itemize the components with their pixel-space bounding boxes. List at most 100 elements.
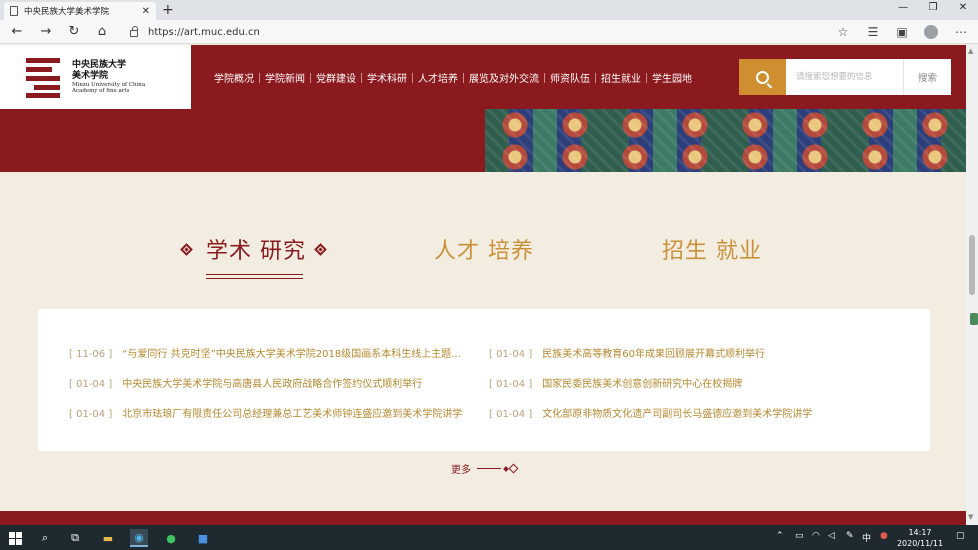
wechat-icon[interactable]: ● xyxy=(162,529,180,547)
more-label: 更多 xyxy=(451,465,471,476)
network-icon[interactable]: ◠ xyxy=(812,531,820,541)
tab-decor-right-icon xyxy=(314,243,327,256)
news-item[interactable]: [ 01-04 ] 文化部原非物质文化遗产司副司长马盛德应邀到美术学院讲学 xyxy=(489,405,812,420)
decorative-pattern xyxy=(485,109,966,172)
input-method-icon[interactable]: ● xyxy=(880,531,888,541)
news-title[interactable]: 民族美术高等教育60年成果回顾展开幕式顺利举行 xyxy=(542,349,765,360)
edge-browser-icon[interactable]: ◉ xyxy=(130,529,148,547)
news-item[interactable]: [ 01-04 ] 国家民委民族美术创意创新研究中心在校揭牌 xyxy=(489,375,742,390)
news-date: [ 01-04 ] xyxy=(489,409,533,420)
news-date: [ 01-04 ] xyxy=(489,349,533,360)
news-title[interactable]: 文化部原非物质文化遗产司副司长马盛德应邀到美术学院讲学 xyxy=(542,409,812,420)
maximize-button[interactable]: ❐ xyxy=(918,2,948,13)
tab-talent-cultivation[interactable]: 人才 培养 xyxy=(434,233,534,265)
web-page: 中央民族大学 美术学院 Minzu University of China Ac… xyxy=(0,45,966,525)
taskbar: ⌕ ⧉ ▬ ◉ ● ■ ⌃ ▭ ◠ ◁ ✎ 中 ● 14:17 2020/11/… xyxy=(0,525,978,550)
tab-close-icon[interactable]: ✕ xyxy=(142,6,150,17)
task-view-icon[interactable]: ⧉ xyxy=(66,529,84,547)
more-icon[interactable]: ⋯ xyxy=(952,24,970,40)
nav-item-education[interactable]: 人才培养 xyxy=(413,70,463,85)
address-toolbar: ← → ↻ ⌂ https://art.muc.edu.cn ☆ ☰ ▣ ⋯ xyxy=(0,20,978,44)
clock-time: 14:17 xyxy=(908,528,932,537)
lock-icon xyxy=(130,26,138,37)
star-icon[interactable]: ☆ xyxy=(834,24,852,40)
logo-cn-line2: 美术学院 xyxy=(72,70,109,81)
volume-icon[interactable]: ◁ xyxy=(828,531,835,541)
news-item[interactable]: [ 01-04 ] 中央民族大学美术学院与高唐县人民政府战略合作签约仪式顺利举行 xyxy=(69,375,422,390)
up-arrow-icon[interactable]: ⌃ xyxy=(776,531,784,541)
search-icon-button[interactable] xyxy=(739,59,786,95)
main-nav: 学院概况 学院新闻 党群建设 学术科研 人才培养 展览及对外交流 师资队伍 招生… xyxy=(209,70,697,85)
more-line xyxy=(477,468,501,469)
nav-item-students[interactable]: 学生园地 xyxy=(647,70,697,85)
browser-titlebar: 中央民族大学美术学院 ✕ + — ❐ ✕ xyxy=(0,0,978,20)
extension-icon[interactable] xyxy=(970,313,978,325)
file-explorer-icon[interactable]: ▬ xyxy=(99,529,117,547)
refresh-icon[interactable]: ↻ xyxy=(65,24,83,40)
search-taskbar-icon[interactable]: ⌕ xyxy=(36,529,54,547)
header-banner: 中央民族大学 美术学院 Minzu University of China Ac… xyxy=(0,45,966,172)
back-icon[interactable]: ← xyxy=(8,24,26,40)
page-scrollbar[interactable]: ▲ ▼ xyxy=(966,45,978,525)
profile-icon[interactable] xyxy=(924,25,938,39)
search-icon xyxy=(756,70,769,84)
nav-item-party[interactable]: 党群建设 xyxy=(311,70,361,85)
site-logo[interactable]: 中央民族大学 美术学院 Minzu University of China Ac… xyxy=(0,45,191,109)
minimize-button[interactable]: — xyxy=(888,2,918,13)
search-button[interactable]: 搜索 xyxy=(903,59,951,95)
pen-icon[interactable]: ✎ xyxy=(846,531,854,541)
url-text[interactable]: https://art.muc.edu.cn xyxy=(148,27,260,38)
address-bar[interactable]: https://art.muc.edu.cn xyxy=(122,23,858,41)
nav-item-exhibitions[interactable]: 展览及对外交流 xyxy=(464,70,544,85)
browser-tab[interactable]: 中央民族大学美术学院 ✕ xyxy=(4,2,156,20)
tab-admissions-employment[interactable]: 招生 就业 xyxy=(662,233,762,265)
nav-item-news[interactable]: 学院新闻 xyxy=(260,70,310,85)
news-title[interactable]: 中央民族大学美术学院与高唐县人民政府战略合作签约仪式顺利举行 xyxy=(122,379,422,390)
clock-date: 2020/11/11 xyxy=(896,539,944,548)
scroll-up-icon[interactable]: ▲ xyxy=(968,47,973,55)
news-item[interactable]: [ 01-04 ] 民族美术高等教育60年成果回顾展开幕式顺利举行 xyxy=(489,345,765,360)
nav-item-faculty[interactable]: 师资队伍 xyxy=(545,70,595,85)
clock[interactable]: 14:17 2020/11/11 xyxy=(896,527,944,549)
scroll-down-icon[interactable]: ▼ xyxy=(968,513,973,521)
active-tab-underline-2 xyxy=(206,278,303,279)
active-tab-underline xyxy=(206,274,303,275)
ime-indicator[interactable]: 中 xyxy=(862,531,871,544)
nav-item-research[interactable]: 学术科研 xyxy=(362,70,412,85)
tab-title: 中央民族大学美术学院 xyxy=(24,7,110,17)
nav-item-admissions[interactable]: 招生就业 xyxy=(596,70,646,85)
news-date: [ 01-04 ] xyxy=(69,409,113,420)
favorites-icon[interactable]: ☰ xyxy=(864,24,882,40)
logo-icon xyxy=(26,56,60,98)
news-date: [ 01-04 ] xyxy=(69,379,113,390)
close-window-button[interactable]: ✕ xyxy=(948,2,978,13)
tab-decor-left-icon xyxy=(180,243,193,256)
news-title[interactable]: 国家民委民族美术创意创新研究中心在校揭牌 xyxy=(542,379,742,390)
search-input[interactable] xyxy=(786,59,903,95)
news-date: [ 11-06 ] xyxy=(69,349,113,360)
news-item[interactable]: [ 11-06 ] “与爱同行 共克时坚”中央民族大学美术学院2018级国画系本科… xyxy=(69,345,461,360)
footer-band xyxy=(0,511,966,525)
logo-text: 中央民族大学 美术学院 Minzu University of China Ac… xyxy=(72,60,145,95)
forward-icon[interactable]: → xyxy=(37,24,55,40)
more-diamond-icon xyxy=(508,463,519,474)
wps-icon[interactable]: ■ xyxy=(194,529,212,547)
start-icon[interactable] xyxy=(6,529,24,547)
news-list: [ 11-06 ] “与爱同行 共克时坚”中央民族大学美术学院2018级国画系本科… xyxy=(38,309,930,451)
logo-en-line2: Academy of fine arts xyxy=(72,88,130,94)
scroll-thumb[interactable] xyxy=(969,235,975,295)
battery-icon[interactable]: ▭ xyxy=(795,531,804,541)
nav-item-overview[interactable]: 学院概况 xyxy=(209,70,259,85)
new-tab-button[interactable]: + xyxy=(162,2,174,18)
notifications-icon[interactable]: ▢ xyxy=(956,531,965,541)
collections-icon[interactable]: ▣ xyxy=(893,24,911,40)
news-item[interactable]: [ 01-04 ] 北京市珐琅厂有限责任公司总经理兼总工艺美术师钟连盛应邀到美术学… xyxy=(69,405,462,420)
tab-academic-research[interactable]: 学术 研究 xyxy=(206,233,306,265)
news-date: [ 01-04 ] xyxy=(489,379,533,390)
news-title[interactable]: “与爱同行 共克时坚”中央民族大学美术学院2018级国画系本科生线上主题... xyxy=(122,349,461,360)
logo-cn-line1: 中央民族大学 xyxy=(72,59,127,70)
news-title[interactable]: 北京市珐琅厂有限责任公司总经理兼总工艺美术师钟连盛应邀到美术学院讲学 xyxy=(122,409,462,420)
more-link[interactable]: 更多 xyxy=(451,461,519,476)
page-icon xyxy=(10,6,18,16)
home-icon[interactable]: ⌂ xyxy=(93,24,111,40)
